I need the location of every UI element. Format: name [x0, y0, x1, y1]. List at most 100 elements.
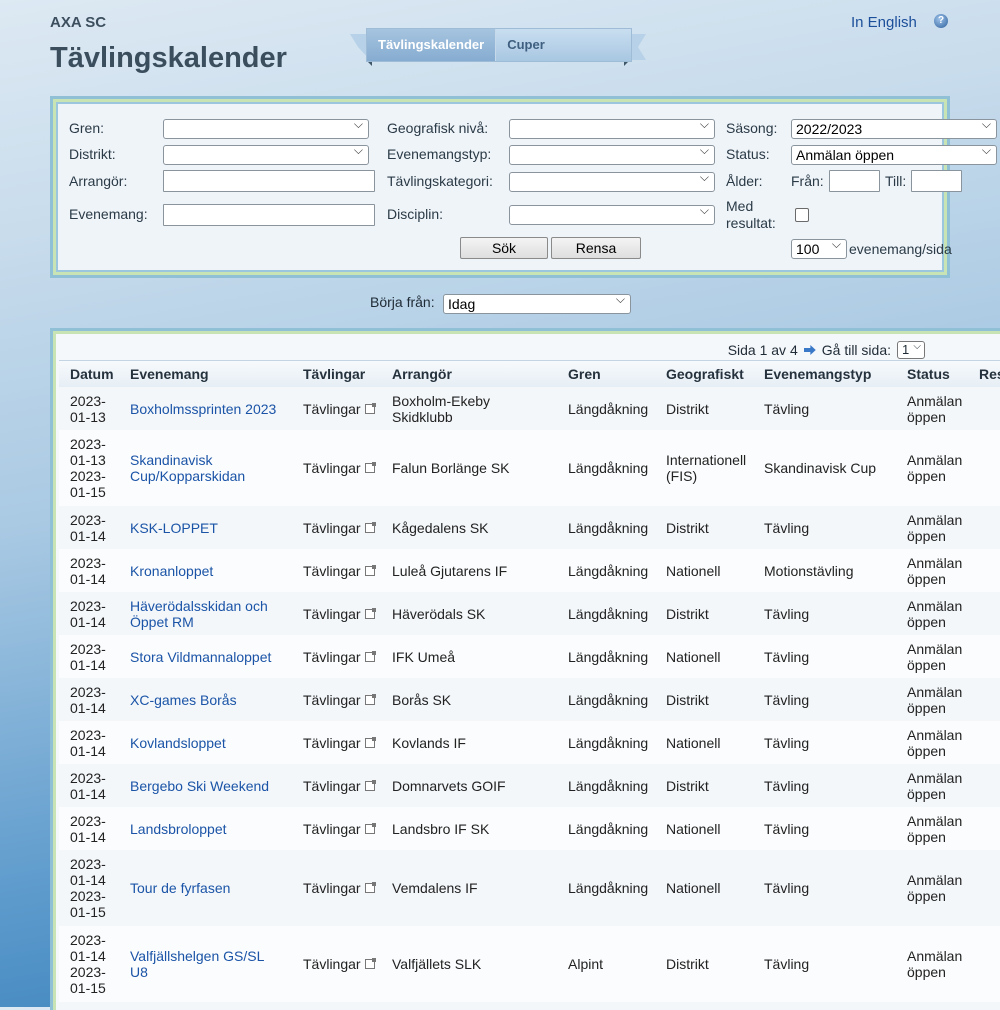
age-from-input[interactable]: [829, 170, 880, 192]
geografisk-select[interactable]: [509, 117, 715, 139]
arrangor-input[interactable]: [163, 170, 375, 192]
col-tavlingar[interactable]: Tävlingar: [303, 366, 365, 382]
event-link[interactable]: Landsbroloppet: [130, 821, 227, 837]
event-link[interactable]: Kovlandsloppet: [130, 735, 226, 751]
event-link[interactable]: Skandinavisk Cup/Kopparskidan: [130, 452, 245, 484]
search-button[interactable]: Sök: [460, 237, 548, 259]
clear-button[interactable]: Rensa: [551, 237, 641, 259]
tavlingar-link-line: Tävlingar: [303, 821, 376, 837]
cell-arrangor: Kågedalens SK: [392, 520, 489, 536]
cell-status: Anmälan öppen: [907, 452, 962, 484]
external-link-icon: [364, 462, 376, 473]
cell-evenemangstyp-line: Tävling: [764, 956, 810, 972]
tavlingar-link[interactable]: Tävlingar: [303, 735, 376, 751]
page-select[interactable]: 1: [897, 339, 925, 359]
cell-evenemangstyp-line: Tävling: [764, 401, 810, 417]
cell-status-line: öppen: [907, 409, 946, 425]
cell-status-line: öppen: [907, 528, 946, 544]
distrikt-select[interactable]: [163, 143, 369, 165]
external-link-icon: [364, 565, 376, 576]
help-icon[interactable]: ?: [934, 14, 948, 28]
event-link-line: Landsbroloppet: [130, 821, 227, 837]
col-evenemang[interactable]: Evenemang: [130, 366, 209, 382]
col-gren[interactable]: Gren: [568, 366, 601, 382]
disciplin-select[interactable]: [509, 203, 715, 225]
cell-status-line: Anmälan: [907, 555, 963, 571]
col-geografiskt[interactable]: Geografiskt: [666, 366, 744, 382]
event-link[interactable]: Tour de fyrfasen: [130, 880, 230, 896]
cell-status-line: öppen: [907, 964, 946, 980]
tavlingar-link[interactable]: Tävlingar: [303, 563, 376, 579]
cell-datum-line: 2023-: [70, 856, 106, 872]
col-status[interactable]: Status: [907, 366, 950, 382]
tavlingar-link[interactable]: Tävlingar: [303, 401, 376, 417]
cell-gren: Längdåkning: [568, 692, 648, 708]
cell-geografiskt: Distrikt: [666, 956, 709, 972]
event-link[interactable]: Stora Vildmannaloppet: [130, 649, 271, 665]
event-link-line: Tour de fyrfasen: [130, 880, 231, 896]
cell-gren-line: Alpint: [568, 956, 604, 972]
fran-label: Från:: [791, 173, 824, 189]
cell-arrangor-line: IFK Umeå: [392, 649, 456, 665]
tab-cuper[interactable]: Cuper: [495, 29, 556, 61]
col-resultat[interactable]: Res: [979, 366, 1000, 382]
cell-arrangor: Valfjällets SLK: [392, 956, 481, 972]
tavlingar-link-line: Tävlingar: [303, 401, 376, 417]
start-select[interactable]: Idag: [443, 292, 631, 314]
cell-geografiskt-line: (FIS): [666, 468, 698, 484]
status-select[interactable]: Anmälan öppen: [791, 143, 997, 165]
event-link[interactable]: Häverödalsskidan och Öppet RM: [130, 598, 268, 630]
tavlingar-link[interactable]: Tävlingar: [303, 778, 376, 794]
cell-datum: 2023- 01-14: [70, 598, 106, 630]
cell-evenemangstyp: Tävling: [764, 692, 809, 708]
cell-datum-line: 01-14: [70, 657, 106, 673]
sasong-select[interactable]: 2022/2023: [791, 117, 997, 139]
with-results-checkbox[interactable]: [795, 208, 809, 222]
tavlingar-link[interactable]: Tävlingar: [303, 880, 376, 896]
cell-geografiskt: Nationell: [666, 821, 720, 837]
english-link[interactable]: In English: [851, 14, 917, 31]
event-link[interactable]: Valfjällshelgen GS/SL U8: [130, 948, 264, 980]
cell-geografiskt-line: Distrikt: [666, 401, 709, 417]
event-link-line: XC-games Borås: [130, 692, 237, 708]
external-link-icon: [364, 882, 376, 893]
tavlingar-link[interactable]: Tävlingar: [303, 649, 376, 665]
cell-arrangor-line: Kågedalens SK: [392, 520, 489, 536]
event-link-line: U8: [130, 964, 148, 980]
col-arrangor[interactable]: Arrangör: [392, 366, 452, 382]
evenemang-label: Evenemang:: [69, 206, 148, 222]
cell-datum-line: 2023-: [70, 684, 106, 700]
event-link[interactable]: KSK-LOPPET: [130, 520, 218, 536]
tavlingar-link[interactable]: Tävlingar: [303, 692, 376, 708]
col-evenemangstyp[interactable]: Evenemangstyp: [764, 366, 871, 382]
event-link[interactable]: Boxholmssprinten 2023: [130, 401, 276, 417]
cell-status-line: öppen: [907, 700, 946, 716]
tavlingar-link[interactable]: Tävlingar: [303, 606, 376, 622]
cell-geografiskt: Distrikt: [666, 401, 709, 417]
age-to-input[interactable]: [911, 170, 962, 192]
event-link[interactable]: XC-games Borås: [130, 692, 237, 708]
tavlingar-link-line: Tävlingar: [303, 520, 376, 536]
tavlingar-link[interactable]: Tävlingar: [303, 460, 376, 476]
arrow-right-icon: [803, 345, 816, 355]
event-link[interactable]: Bergebo Ski Weekend: [130, 778, 269, 794]
evenemang-input[interactable]: [163, 204, 375, 226]
tavlingskategori-select[interactable]: [509, 170, 715, 192]
cell-gren: Längdåkning: [568, 778, 648, 794]
col-datum[interactable]: Datum: [70, 366, 114, 382]
cell-arrangor-line: Borås SK: [392, 692, 452, 708]
external-link-icon: [364, 403, 376, 414]
evenemangstyp-select[interactable]: [509, 143, 715, 165]
tavlingar-link-line: Tävlingar: [303, 563, 376, 579]
cell-geografiskt-line: Distrikt: [666, 692, 709, 708]
per-page-select[interactable]: 100: [791, 237, 847, 259]
tavlingar-link[interactable]: Tävlingar: [303, 956, 376, 972]
tavlingar-link[interactable]: Tävlingar: [303, 821, 376, 837]
cell-status: Anmälan öppen: [907, 512, 962, 544]
event-link-line: Kronanloppet: [130, 563, 214, 579]
tab-tavlingskalender[interactable]: Tävlingskalender: [367, 29, 496, 61]
cell-gren-line: Längdåkning: [568, 821, 649, 837]
gren-select[interactable]: [163, 117, 369, 139]
event-link[interactable]: Kronanloppet: [130, 563, 213, 579]
tavlingar-link[interactable]: Tävlingar: [303, 520, 376, 536]
